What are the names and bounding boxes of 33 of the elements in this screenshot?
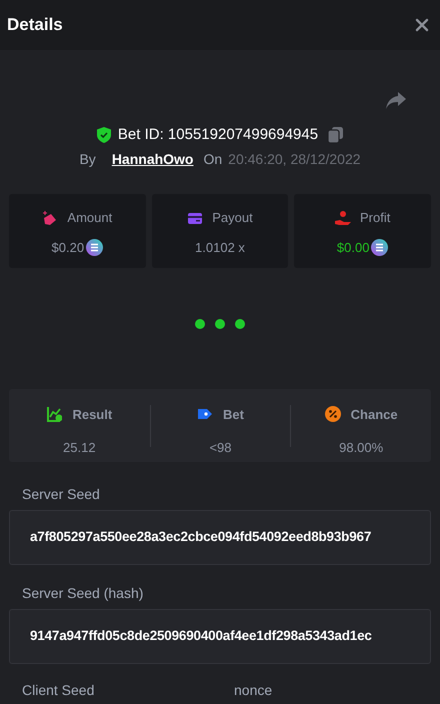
shield-check-icon [96,127,111,143]
close-button[interactable] [414,17,430,33]
outcome-value: <98 [209,439,232,457]
outcome-label: Result [72,406,112,424]
bet-timestamp: 20:46:20, 28/12/2022 [228,150,361,168]
outcome-value: 25.12 [63,439,96,457]
on-label: On [203,150,222,168]
tag-icon [42,210,58,226]
share-button[interactable] [386,92,406,109]
loading-dots-icon [195,319,245,329]
by-label: By [79,150,96,169]
percent-icon [324,406,341,422]
outcome-value: 98.00% [339,439,384,457]
chart-check-icon [46,406,62,422]
seed-field[interactable]: a7f805297a550ee28a3ec2cbce094fd54092eed8b93b967 [9,510,431,565]
field-label: nonce [234,681,272,700]
stat-value: $0.00 [336,238,370,256]
stat-value: 1.0102 x [195,238,245,256]
outcome-label: Chance [350,406,398,424]
user-link[interactable]: HannahOwo [112,148,194,170]
stat-label: Profit [360,209,390,227]
stat-value: $0.20 [52,238,84,256]
hand-person-icon [334,210,351,226]
seed-field[interactable]: 9147a947ffd05c8de2509690400af4ee1df298a5343ad1ec [9,609,431,664]
field-label: Client Seed [22,681,96,700]
seed-label: Server Seed (hash) [22,584,144,603]
copy-button[interactable] [328,127,344,143]
window-title: Details [7,14,63,36]
stat-label: Amount [67,209,112,227]
bet-id: Bet ID: 105519207499694945 [118,124,318,145]
outcome-label: Bet [223,406,244,424]
seed-label: Server Seed [22,485,101,504]
stat-label: Payout [212,209,253,227]
